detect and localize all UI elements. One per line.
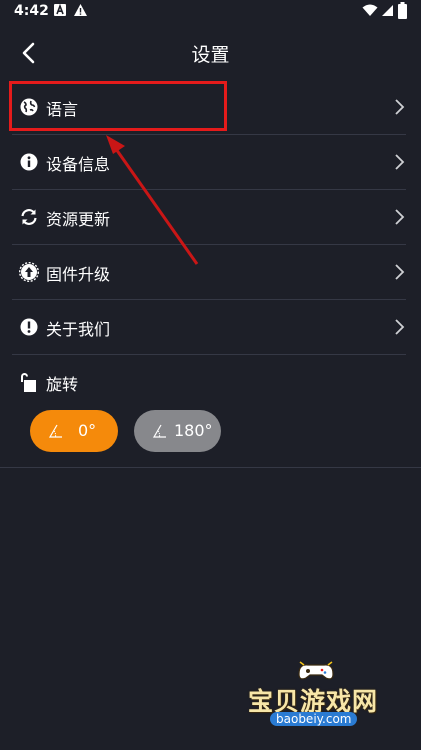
status-time: 4:42 <box>14 3 49 19</box>
header: 设置 <box>0 28 421 78</box>
exclamation-icon <box>20 318 38 336</box>
menu-item-about-us[interactable]: 关于我们 <box>12 300 406 355</box>
firmware-upgrade-icon <box>19 262 39 282</box>
chevron-right-icon <box>395 319 405 335</box>
rotation-180-button[interactable]: 180° <box>134 410 221 452</box>
chevron-right-icon <box>395 264 405 280</box>
section-divider <box>0 467 421 468</box>
notification-a-icon <box>54 3 66 16</box>
rotation-180-label: 180° <box>174 421 213 440</box>
wifi-icon <box>362 4 378 16</box>
menu-item-firmware-upgrade[interactable]: 固件升级 <box>12 245 406 300</box>
watermark-logo: 宝贝游戏网 baobeiy.com <box>240 660 400 745</box>
warning-icon <box>74 4 87 16</box>
menu-item-device-info[interactable]: 设备信息 <box>12 135 406 190</box>
chevron-right-icon <box>395 209 405 225</box>
rotation-0-button[interactable]: 0° <box>30 410 118 452</box>
menu-item-label: 固件升级 <box>46 265 111 284</box>
menu-item-label: 设备信息 <box>46 155 111 174</box>
rotate-icon <box>21 373 36 392</box>
highlight-box <box>9 81 227 131</box>
menu-item-label: 关于我们 <box>46 320 111 339</box>
page-title: 设置 <box>191 44 230 66</box>
rotation-setting: 旋转 <box>12 355 406 403</box>
rotation-0-label: 0° <box>78 421 97 440</box>
gamepad-mascot-icon <box>298 661 334 680</box>
status-bar: 4:42 <box>0 0 421 24</box>
chevron-right-icon <box>395 99 405 115</box>
refresh-icon <box>21 209 37 225</box>
battery-icon <box>398 2 407 19</box>
info-icon <box>20 153 38 171</box>
watermark-url: baobeiy.com <box>270 712 358 726</box>
rotation-label: 旋转 <box>46 375 79 394</box>
signal-icon <box>382 5 393 16</box>
menu-item-label: 资源更新 <box>46 210 111 229</box>
menu-item-resource-update[interactable]: 资源更新 <box>12 190 406 245</box>
angle-icon <box>152 424 166 438</box>
angle-icon <box>48 424 62 438</box>
chevron-right-icon <box>395 154 405 170</box>
